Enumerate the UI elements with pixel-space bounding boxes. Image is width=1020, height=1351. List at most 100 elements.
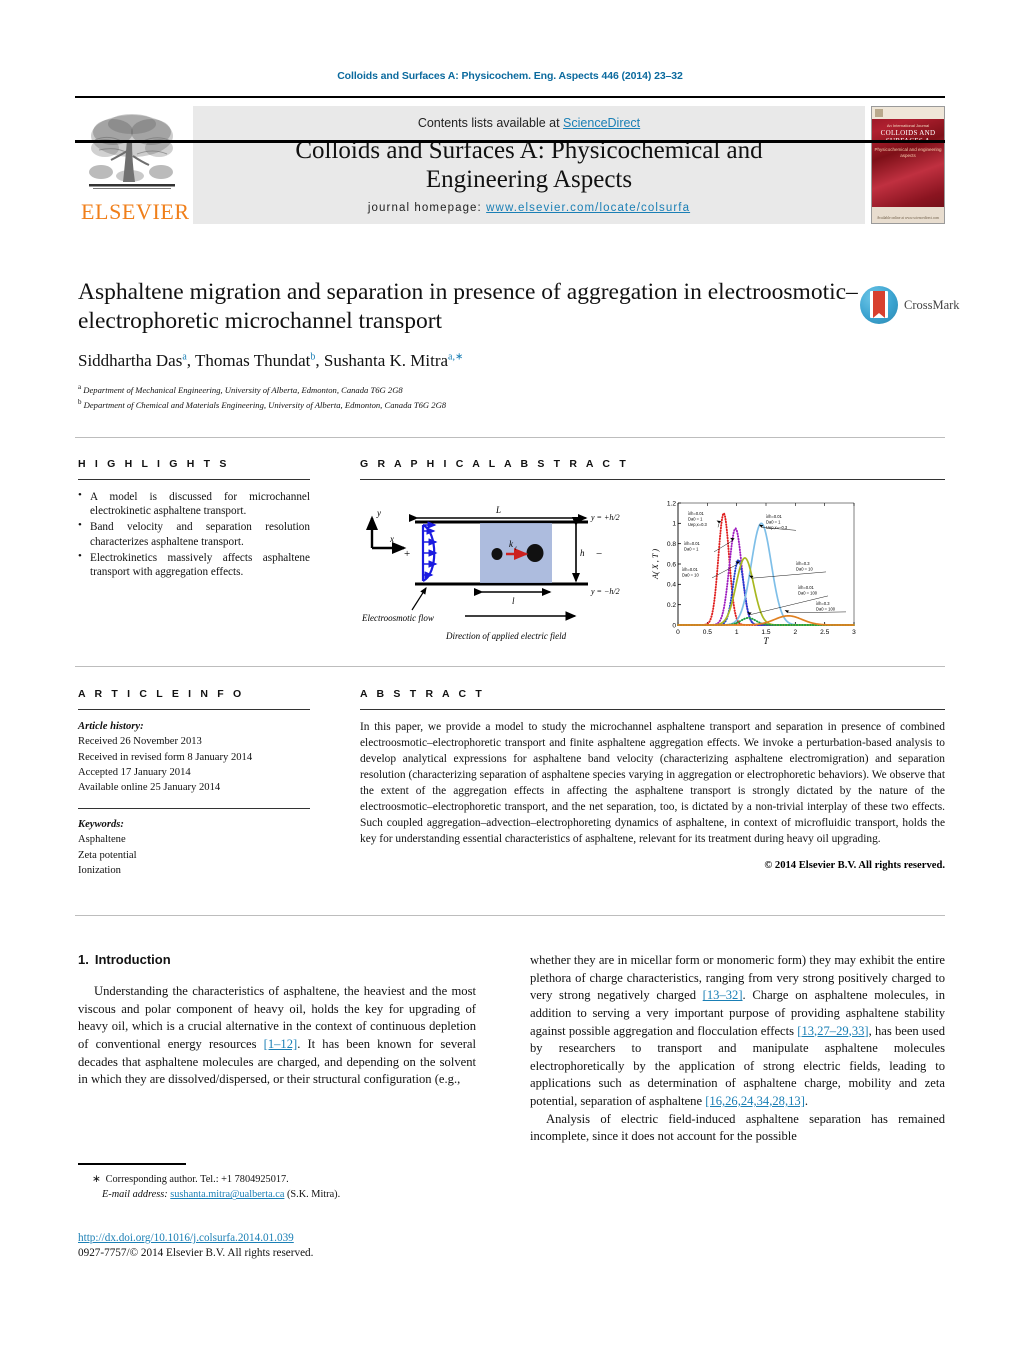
dimension-label-L: L [495, 505, 501, 515]
graphical-abstract-body: y x L h l k i + − y = +h/2 y = −h/2 Elec… [360, 489, 945, 654]
chart-annotation: Uep,x=0.3 [688, 522, 707, 527]
divider-above-highlights [75, 437, 945, 438]
chart-annotation: Da0 = 1 [766, 519, 781, 524]
abstract-heading: A B S T R A C T [360, 688, 485, 700]
affiliation-a-text: Department of Mechanical Engineering, Un… [83, 385, 403, 396]
footnote-corresponding-text: Corresponding author. Tel.: +1 780492501… [105, 1174, 289, 1185]
keywords-rule [78, 807, 310, 809]
issn-copyright-line: 0927-7757/© 2014 Elsevier B.V. All right… [78, 1247, 314, 1259]
divider-above-body [75, 915, 945, 916]
elsevier-logo: ELSEVIER [75, 106, 190, 224]
chart-annotation: λ/h=0.01 [798, 585, 815, 590]
asphaltene-band-chart-svg: 0 0.5 1 1.5 2 2.5 300.20.40.60.811.2TA( X , T … [648, 489, 860, 654]
journal-title: Colloids and Surfaces A: Physicochemical… [295, 136, 762, 194]
citation-16-26-24-34-28-13[interactable]: [16,26,24,34,28,13] [705, 1094, 805, 1108]
chart-annotation: λ/h=0.01 [766, 514, 783, 519]
running-head: Colloids and Surfaces A: Physicochem. En… [337, 70, 683, 82]
dimension-label-h: h [580, 548, 585, 558]
electric-field-caption: Direction of applied electric field [445, 631, 567, 641]
y-axis-title: A( X , T ) [651, 549, 660, 580]
y-tick-label: 1 [672, 521, 676, 528]
doi-link[interactable]: http://dx.doi.org/10.1016/j.colsurfa.201… [78, 1232, 294, 1244]
elsevier-wordmark: ELSEVIER [81, 199, 190, 224]
footnote-star: ∗ [92, 1174, 101, 1185]
masthead-center: Contents lists available at ScienceDirec… [193, 106, 865, 224]
corresponding-email-link[interactable]: sushanta.mitra@ualberta.ca [170, 1189, 284, 1200]
doi-block: http://dx.doi.org/10.1016/j.colsurfa.201… [78, 1228, 508, 1259]
list-item: A model is discussed for microchannel el… [78, 489, 310, 518]
article-title-block: Asphaltene migration and separation in p… [78, 278, 868, 412]
affiliation-b-marker: b [78, 398, 82, 407]
affiliation-b-text: Department of Chemical and Materials Eng… [83, 399, 447, 410]
x-tick-label: 2 [793, 629, 797, 636]
keywords-label: Keywords: [78, 818, 124, 830]
section-number: 1. [78, 952, 89, 967]
journal-homepage-link[interactable]: www.elsevier.com/locate/colsurfa [486, 202, 690, 214]
electrode-plus: + [404, 548, 410, 560]
chart-annotation: λ/h=0.3 [796, 561, 810, 566]
list-item: Electrokinetics massively affects asphal… [78, 550, 310, 579]
asphaltene-band-chart: 0 0.5 1 1.5 2 2.5 3 0 0.2 0.4 0.6 0.8 1 1.2 T A( X , T … [648, 489, 860, 654]
crossmark-badge[interactable]: CrossMark [860, 283, 960, 327]
y-tick-label: 0 [672, 622, 676, 629]
cover-publisher-mark [875, 109, 883, 117]
elsevier-tree-icon [89, 114, 175, 189]
journal-homepage-line: journal homepage: www.elsevier.com/locat… [368, 202, 690, 214]
axis-label-y: y [376, 508, 381, 518]
email-suffix: (S.K. Mitra). [286, 1189, 341, 1201]
journal-cover-thumbnail: An International Journal COLLOIDS AND SU… [871, 106, 945, 224]
wall-label-top: y = +h/2 [590, 513, 620, 522]
y-tick-label: 0.4 [667, 582, 676, 589]
citation-1-12[interactable]: [1–12] [264, 1037, 298, 1051]
body-right-column: whether they are in micellar form or mon… [530, 952, 945, 1146]
author-list: Siddhartha Dasa, Thomas Thundatb, Sushan… [78, 351, 464, 371]
masthead-bottom-rule [75, 140, 945, 143]
keyword-item: Ionization [78, 864, 121, 876]
footnote-line-1: ∗ Corresponding author. Tel.: +1 78049250… [78, 1172, 476, 1187]
graphical-abstract-section: G R A P H I C A L A B S T R A C T y x L … [360, 458, 945, 654]
history-received: Received 26 November 2013 [78, 736, 202, 748]
chart-annotation: Da0 = 1 [688, 516, 703, 521]
abstract-copyright: © 2014 Elsevier B.V. All rights reserved… [764, 859, 945, 871]
article-history-label: Article history: [78, 721, 144, 732]
electroosmotic-flow-caption: Electroosmotic flow [361, 613, 434, 623]
contents-prefix: Contents lists available at [417, 116, 564, 130]
homepage-label: journal homepage: [367, 202, 482, 214]
y-tick-label: 0.2 [667, 602, 676, 609]
article-info-heading: A R T I C L E I N F O [78, 688, 245, 700]
journal-title-line2: Engineering Aspects [425, 166, 633, 193]
citation-13-27-29-33[interactable]: [13,27–29,33] [797, 1024, 868, 1038]
intro-paragraph-right-continued: whether they are in micellar form or mon… [530, 952, 945, 1111]
email-label: E-mail address: [102, 1189, 168, 1201]
cover-subtitle: Physicochemical and engineering aspects [874, 147, 942, 158]
chart-annotation: Uep,x=−0.3 [766, 525, 788, 530]
chart-annotation: Da0 = 1 [684, 546, 699, 551]
chart-annotation: Da0 = 100 [798, 590, 818, 595]
affiliation-b: b Department of Chemical and Materials E… [78, 397, 868, 412]
article-info-rule [78, 709, 310, 710]
divider-above-article-info [75, 666, 945, 667]
x-tick-label: 2.5 [820, 629, 829, 636]
highlights-heading: H I G H L I G H T S [78, 458, 230, 470]
citation-13-32[interactable]: [13–32] [703, 988, 743, 1002]
crossmark-ribbon-shape [873, 291, 885, 318]
y-tick-label: 0.6 [667, 561, 676, 568]
axis-label-x: x [389, 534, 394, 544]
x-tick-label: 1.5 [761, 629, 770, 636]
graphical-abstract-rule [360, 479, 945, 480]
chart-annotation: Da0 = 100 [816, 606, 836, 611]
corresponding-author-footnote: ∗ Corresponding author. Tel.: +1 78049250… [78, 1163, 476, 1203]
highlights-rule [78, 479, 310, 480]
history-online: Available online 25 January 2014 [78, 782, 221, 794]
sciencedirect-link[interactable]: ScienceDirect [563, 116, 640, 130]
microchannel-schematic: y x L h l k i + − y = +h/2 y = −h/2 Elec… [360, 492, 650, 650]
chart-annotation: λ/h=0.01 [688, 511, 705, 516]
intro-paragraph-right-2: Analysis of electric field-induced aspha… [530, 1111, 945, 1144]
section-heading-introduction: 1. Introduction [78, 952, 476, 967]
cover-footer: Available online at www.sciencedirect.co… [876, 216, 940, 220]
wall-label-bottom: y = −h/2 [590, 587, 620, 596]
chart-annotation: λ/h=0.01 [684, 541, 701, 546]
abstract-rule [360, 709, 945, 710]
y-tick-label: 1.2 [667, 500, 676, 507]
chart-annotation: Da0 = 10 [796, 566, 813, 571]
